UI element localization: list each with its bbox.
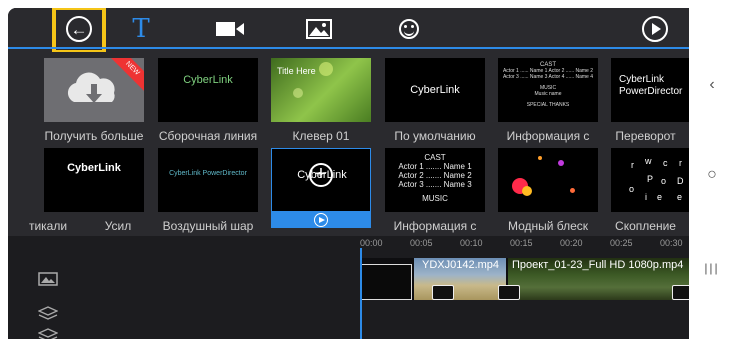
tile-preview-text: CyberLink	[410, 84, 460, 96]
template-tile-flip[interactable]: CyberLink PowerDirector	[611, 58, 689, 122]
template-tile-info-2[interactable]: CAST Actor 1 ....... Name 1 Actor 2 ....…	[385, 148, 485, 212]
tick-label: 00:00	[360, 238, 383, 248]
credits-line: Actor 3 ....... Name 3	[398, 180, 472, 189]
template-label: Воздушный шар	[162, 219, 254, 233]
clip-title: YDXJ0142.mp4	[422, 259, 500, 271]
tab-video[interactable]	[213, 14, 247, 44]
sparkle-decoration	[319, 62, 333, 76]
preview-bar	[272, 211, 370, 227]
track-header-column	[8, 236, 60, 339]
preview-play-icon[interactable]	[314, 213, 328, 227]
tick-label: 00:25	[610, 238, 633, 248]
template-label: Усил	[104, 219, 132, 233]
play-icon	[642, 16, 668, 42]
scatter-letter: o	[629, 184, 635, 194]
tab-sticker[interactable]	[392, 14, 426, 44]
template-label: Сборочная линия	[158, 129, 258, 143]
template-tile-fashion-glitter[interactable]	[498, 148, 598, 212]
tab-image[interactable]	[302, 14, 336, 44]
recents-nav-icon[interactable]: |||	[697, 253, 727, 283]
scatter-letter: e	[677, 192, 683, 202]
template-tile-default[interactable]: CyberLink	[385, 58, 485, 122]
system-navigation-bar: ‹ ○ |||	[689, 0, 734, 339]
template-tile-selected[interactable]: CyberLink +	[271, 148, 371, 228]
credits-line: Actor 2 ....... Name 2	[398, 171, 472, 180]
scatter-letter: r	[679, 158, 682, 168]
tick-label: 00:30	[660, 238, 683, 248]
template-tile-balloon[interactable]: CyberLink PowerDirector	[158, 148, 258, 212]
credits-line: Actor 3 ...... Name 3 Actor 4 ...... Nam…	[502, 74, 594, 80]
time-ruler[interactable]: 00:00 00:05 00:10 00:15 00:20 00:25 00:3…	[360, 236, 689, 254]
title-template-grid: NEW Получить больше CyberLink Сборочная …	[8, 52, 689, 242]
credits-line: Actor 1 ....... Name 1	[398, 162, 472, 171]
tick-label: 00:05	[410, 238, 433, 248]
credits-title: CAST	[424, 153, 446, 162]
sparkle-decoration	[293, 88, 303, 98]
layers-icon	[38, 306, 58, 320]
credits-music-name: Music name	[534, 91, 562, 97]
template-label: Модный блеск	[507, 219, 589, 233]
timeline[interactable]: 00:00 00:05 00:10 00:15 00:20 00:25 00:3…	[8, 236, 689, 339]
template-label: Скопление	[615, 219, 676, 233]
template-label: Информация с	[506, 129, 590, 143]
template-label: Переворот	[615, 129, 676, 143]
video-camera-icon	[216, 22, 244, 36]
image-icon	[306, 19, 332, 39]
home-nav-icon[interactable]: ○	[697, 160, 727, 190]
scatter-letter: D	[677, 176, 684, 186]
glitter-decoration	[570, 188, 575, 193]
scatter-letter: w	[645, 156, 652, 166]
template-tile-clover[interactable]: Title Here	[271, 58, 371, 122]
template-tile-cluster[interactable]: r w c r P o D o i e e	[611, 148, 689, 212]
top-toolbar: ← T	[8, 8, 689, 54]
tick-label: 00:20	[560, 238, 583, 248]
template-tile-info-1[interactable]: CAST Actor 1 ...... Name 1 Actor 2 .....…	[498, 58, 598, 122]
tile-preview-text: CyberLink PowerDirector	[169, 170, 247, 177]
tick-label: 00:15	[510, 238, 533, 248]
template-label: Клевер 01	[292, 129, 350, 143]
back-arrow-icon: ←	[66, 16, 92, 42]
scatter-letter: c	[663, 158, 668, 168]
glitter-decoration	[558, 160, 564, 166]
add-icon[interactable]: +	[309, 163, 333, 187]
template-label: Получить больше	[44, 129, 144, 143]
video-track-icon	[38, 272, 58, 286]
play-button[interactable]	[638, 14, 672, 44]
tile-preview-text: CyberLink	[183, 74, 233, 86]
template-tile-get-more[interactable]: NEW	[44, 58, 144, 122]
scatter-letter: P	[647, 174, 654, 184]
template-label: Информация с	[393, 219, 477, 233]
scatter-letter: e	[657, 192, 663, 202]
transition-icon[interactable]	[432, 285, 454, 300]
back-button[interactable]: ←	[62, 14, 96, 44]
app-window: ← T NEW Получить больше CyberLink Сбороч…	[8, 8, 689, 339]
clip-title: Проект_01-23_Full HD 1080p.mp4	[512, 259, 684, 271]
toolbar-underline	[8, 47, 689, 49]
credits-music: MUSIC	[422, 194, 448, 203]
layers-icon	[38, 328, 58, 339]
scatter-letter: o	[661, 176, 667, 186]
template-tile-vertical[interactable]: CyberLink	[44, 148, 144, 212]
emoji-icon	[399, 19, 419, 39]
glitter-decoration	[538, 156, 542, 160]
template-tile-assembly-line[interactable]: CyberLink	[158, 58, 258, 122]
text-icon: T	[132, 14, 150, 44]
transition-icon[interactable]	[498, 285, 520, 300]
glitter-decoration	[522, 186, 532, 196]
back-nav-icon[interactable]: ‹	[697, 70, 727, 100]
scatter-letter: r	[631, 160, 634, 170]
empty-clip[interactable]	[360, 264, 412, 300]
scatter-letter: i	[645, 192, 647, 202]
tick-label: 00:10	[460, 238, 483, 248]
tile-preview-text: CyberLink PowerDirector	[619, 74, 683, 97]
tile-preview-text: CyberLink	[67, 162, 121, 174]
template-label: По умолчанию	[394, 129, 476, 143]
template-label: тикали	[28, 219, 68, 233]
tab-text[interactable]: T	[124, 14, 158, 44]
tile-preview-text: Title Here	[277, 66, 316, 76]
video-track[interactable]: YDXJ0142.mp4 Проект_01-23_Full HD 1080p.…	[360, 258, 689, 300]
credits-thanks: SPECIAL THANKS	[526, 102, 570, 108]
transition-icon[interactable]	[672, 285, 689, 300]
playhead[interactable]	[360, 248, 362, 339]
